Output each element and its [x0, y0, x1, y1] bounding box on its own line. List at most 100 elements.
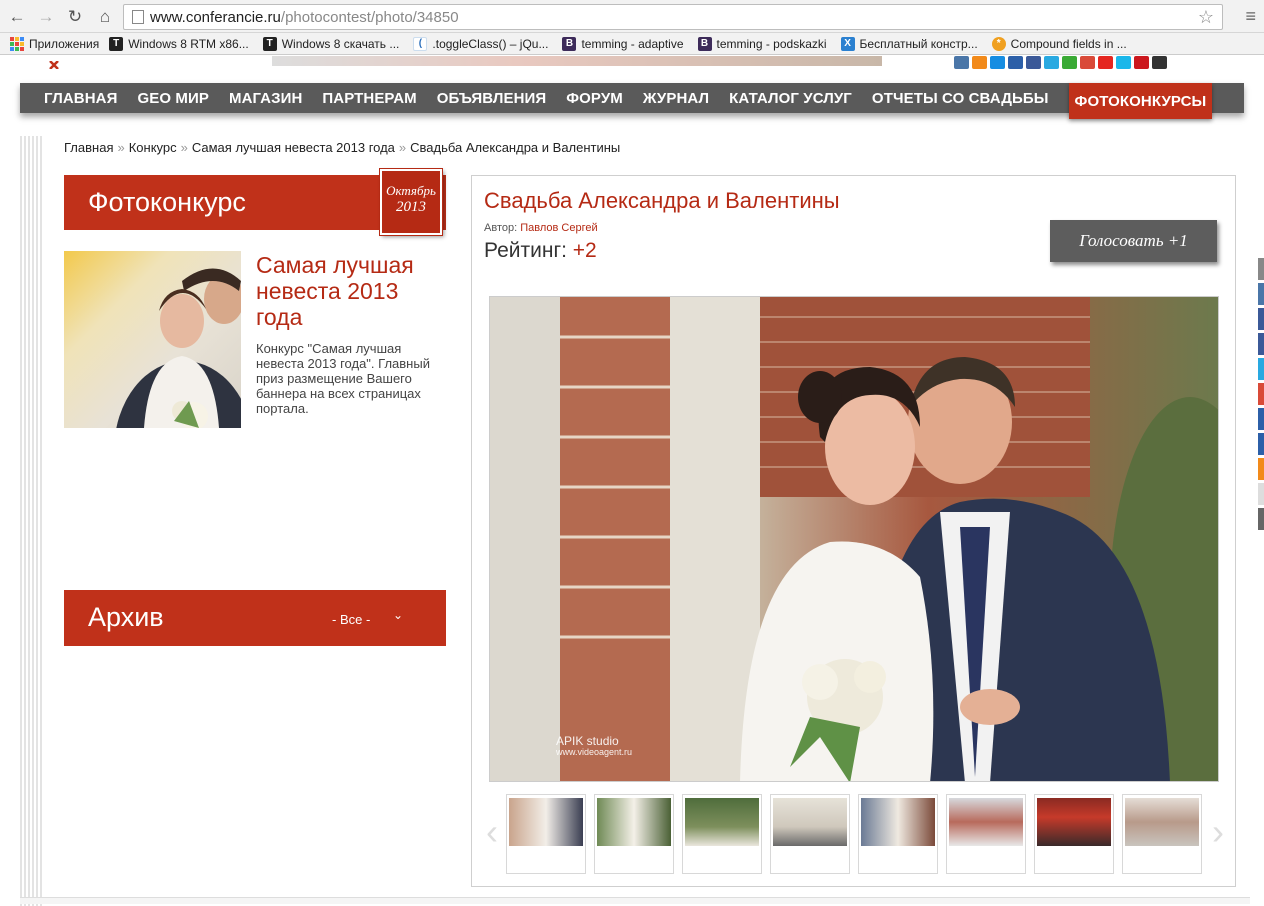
chevron-down-icon[interactable]: ⌄ [393, 608, 403, 622]
twitter-icon[interactable] [1044, 56, 1059, 69]
share-facebook-icon[interactable] [1258, 308, 1264, 330]
share-odnoklassniki-icon[interactable] [1258, 458, 1264, 480]
thumbnail-5[interactable] [858, 794, 938, 874]
nav-item-forum[interactable]: ФОРУМ [566, 90, 623, 107]
nav-item-catalog[interactable]: КАТАЛОГ УСЛУГ [729, 90, 852, 107]
bookmark-apps[interactable]: Приложения [10, 36, 100, 51]
nav-item-home[interactable]: ГЛАВНАЯ [44, 90, 117, 107]
home-icon[interactable]: ⌂ [94, 6, 116, 28]
vk-icon[interactable] [954, 56, 969, 69]
chrome-menu-icon[interactable]: ≡ [1245, 6, 1256, 27]
share-mail-icon[interactable] [1258, 333, 1264, 355]
site-logo[interactable] [48, 56, 76, 70]
x-icon: X [840, 36, 855, 51]
bookmark-item[interactable]: B temming - podskazki [697, 36, 827, 51]
reload-icon[interactable]: ↻ [64, 6, 86, 28]
jquery-icon: ( [413, 36, 428, 51]
nav-item-partners[interactable]: ПАРТНЕРАМ [322, 90, 416, 107]
bottom-scrollbar[interactable] [20, 897, 1250, 904]
social-links [954, 56, 1167, 69]
youtube-icon[interactable] [1134, 56, 1149, 69]
email-icon[interactable] [1152, 56, 1167, 69]
nav-item-geo[interactable]: GEO МИР [137, 90, 209, 107]
url-domain: www.conferancie.ru [150, 8, 281, 26]
contest-thumbnail[interactable] [64, 251, 241, 428]
yandex-icon[interactable] [1098, 56, 1113, 69]
bookmark-item[interactable]: * Compound fields in ... [991, 36, 1127, 51]
livejournal-icon[interactable] [1008, 56, 1023, 69]
thumbnail-7[interactable] [1034, 794, 1114, 874]
back-icon[interactable]: ← [6, 6, 28, 28]
bookmark-item[interactable]: ( .toggleClass() – jQu... [413, 36, 549, 51]
rating-label: Рейтинг: [484, 239, 567, 262]
share-livejournal-icon[interactable] [1258, 408, 1264, 430]
mail-icon[interactable] [990, 56, 1005, 69]
nav-item-shop[interactable]: МАГАЗИН [229, 90, 302, 107]
main-nav: ГЛАВНАЯ GEO МИР МАГАЗИН ПАРТНЕРАМ ОБЪЯВЛ… [20, 83, 1244, 119]
share-icon[interactable] [1258, 258, 1264, 280]
author-link[interactable]: Павлов Сергей [520, 222, 597, 234]
apps-grid-icon [10, 36, 24, 51]
breadcrumb-contest[interactable]: Конкурс [129, 140, 177, 155]
date-badge: Октябрь 2013 [380, 169, 442, 235]
share-more-icon[interactable] [1258, 483, 1264, 505]
nav-item-photocontests[interactable]: ФОТОКОНКУРСЫ [1068, 83, 1213, 119]
rating-value: +2 [572, 239, 597, 262]
share-twitter-icon[interactable] [1258, 358, 1264, 380]
address-bar[interactable]: www.conferancie.ru/photocontest/photo/34… [123, 4, 1223, 30]
bookmark-label: Приложения [29, 36, 100, 51]
photo-title: Свадьба Александра и Валентины [484, 188, 840, 213]
breadcrumb-current: Свадьба Александра и Валентины [410, 140, 621, 155]
facebook-icon[interactable] [1026, 56, 1041, 69]
share-google-plus-icon[interactable] [1258, 383, 1264, 405]
author-line: Автор: Павлов Сергей [484, 222, 598, 234]
archive-heading-bar: Архив - Все - ⌄ [64, 590, 446, 646]
google-icon[interactable] [1062, 56, 1077, 69]
thumbnail-1[interactable] [506, 794, 586, 874]
thumbnail-8[interactable] [1122, 794, 1202, 874]
archive-select[interactable]: - Все - [332, 612, 370, 627]
breadcrumb-separator: » [117, 140, 125, 155]
bookmark-label: temming - adaptive [581, 36, 684, 51]
bookmark-item[interactable]: X Бесплатный констр... [840, 36, 978, 51]
nav-item-reports[interactable]: ОТЧЕТЫ СО СВАДЬБЫ [872, 90, 1049, 107]
main-photo[interactable]: APIK studio www.videoagent.ru [489, 296, 1219, 782]
bookmark-item[interactable]: T Windows 8 скачать ... [262, 36, 400, 51]
odnoklassniki-icon[interactable] [972, 56, 987, 69]
watermark: APIK studio www.videoagent.ru [556, 735, 633, 758]
vimeo-icon[interactable] [1116, 56, 1131, 69]
page-icon [132, 10, 144, 24]
vote-button[interactable]: Голосовать +1 [1050, 220, 1217, 262]
page: ГЛАВНАЯ GEO МИР МАГАЗИН ПАРТНЕРАМ ОБЪЯВЛ… [0, 56, 1264, 906]
bookmark-label: Windows 8 скачать ... [281, 36, 400, 51]
bookmark-label: .toggleClass() – jQu... [432, 36, 549, 51]
contest-description: Конкурс "Самая лучшая невеста 2013 года"… [256, 341, 430, 416]
breadcrumb-contest-name[interactable]: Самая лучшая невеста 2013 года [192, 140, 395, 155]
floating-share-bar [1258, 258, 1264, 530]
thumbnail-2[interactable] [594, 794, 674, 874]
share-vk-icon[interactable] [1258, 283, 1264, 305]
next-arrow-icon[interactable]: › [1212, 812, 1224, 852]
thumbnail-3[interactable] [682, 794, 762, 874]
nav-item-ads[interactable]: ОБЪЯВЛЕНИЯ [437, 90, 547, 107]
breadcrumb-home[interactable]: Главная [64, 140, 113, 155]
t-icon: T [109, 36, 124, 51]
b-icon: B [697, 36, 712, 51]
thumbnail-4[interactable] [770, 794, 850, 874]
thumbnail-6[interactable] [946, 794, 1026, 874]
prev-arrow-icon[interactable]: ‹ [486, 812, 498, 852]
forward-icon[interactable]: → [35, 6, 57, 28]
share-linkedin-icon[interactable] [1258, 433, 1264, 455]
decorative-stripes [20, 136, 42, 906]
bookmark-star-icon[interactable]: ☆ [1198, 7, 1214, 28]
nav-item-journal[interactable]: ЖУРНАЛ [643, 90, 709, 107]
header-banner[interactable] [272, 56, 882, 66]
share-print-icon[interactable] [1258, 508, 1264, 530]
google-plus-icon[interactable] [1080, 56, 1095, 69]
contest-title-link[interactable]: Самая лучшая невеста 2013 года [256, 252, 436, 330]
watermark-site: www.videoagent.ru [556, 747, 633, 757]
bookmarks-bar: Приложения T Windows 8 RTM x86... T Wind… [0, 33, 1264, 55]
bookmark-item[interactable]: B temming - adaptive [562, 36, 684, 51]
bookmark-item[interactable]: T Windows 8 RTM x86... [109, 36, 249, 51]
url-path: /photocontest/photo/34850 [280, 8, 459, 26]
